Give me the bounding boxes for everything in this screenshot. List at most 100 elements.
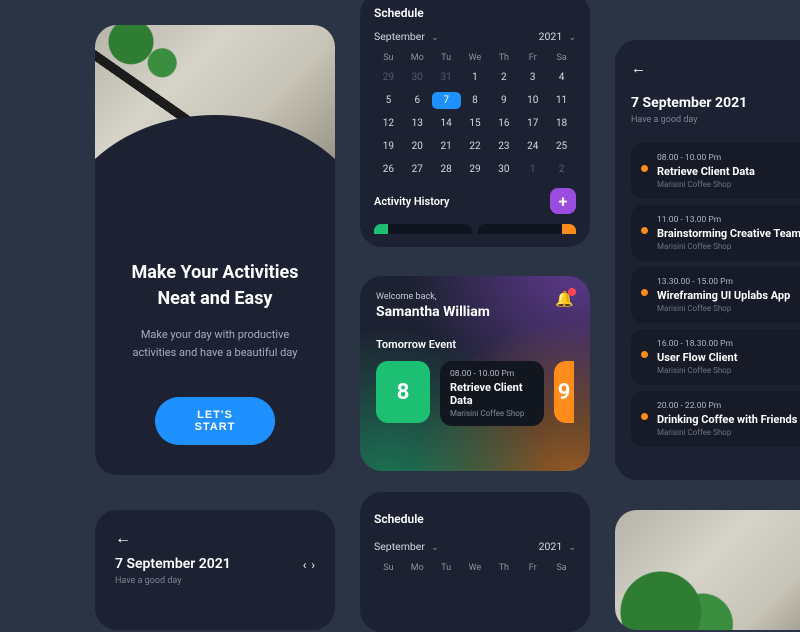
add-activity-button[interactable]: + xyxy=(550,188,576,214)
onboarding-subtitle: Make your day with productive activities… xyxy=(119,326,311,361)
event-item[interactable]: 11.00 - 13.00 Pm Brainstorming Creative T… xyxy=(631,205,800,261)
calendar-day[interactable]: 30 xyxy=(403,69,432,86)
event-location: Marisini Coffee Shop xyxy=(450,409,534,418)
event-item[interactable]: 20.00 - 22.00 PmDrinking Coffee with Fri… xyxy=(631,391,800,447)
event-title: Retrieve Client Data xyxy=(450,381,534,407)
month-picker[interactable]: September ⌄ xyxy=(374,30,439,43)
calendar-dow: Mo xyxy=(403,53,432,63)
calendar-day[interactable]: 20 xyxy=(403,138,432,155)
tomorrow-event-label: Tomorrow Event xyxy=(376,338,574,351)
calendar-day[interactable]: 16 xyxy=(489,115,518,132)
lets-start-button[interactable]: LET'S START xyxy=(155,397,275,445)
event-date-cube[interactable]: 8 xyxy=(376,361,430,423)
calendar-day[interactable]: 21 xyxy=(432,138,461,155)
calendar-day[interactable]: 29 xyxy=(461,161,490,178)
calendar-day[interactable]: 2 xyxy=(547,161,576,178)
hero-image-peek xyxy=(615,510,800,630)
next-day-icon[interactable]: › xyxy=(311,558,315,572)
calendar-day[interactable]: 8 xyxy=(461,92,490,109)
calendar-day[interactable]: 2 xyxy=(489,69,518,86)
calendar-dow: We xyxy=(461,53,490,63)
calendar-day[interactable]: 5 xyxy=(374,92,403,109)
calendar-day[interactable]: 15 xyxy=(461,115,490,132)
calendar-day[interactable]: 6 xyxy=(403,92,432,109)
schedule-title: Schedule xyxy=(374,6,576,20)
date-subtitle: Have a good day xyxy=(115,576,315,586)
year-picker[interactable]: 2021 ⌄ xyxy=(539,30,576,43)
event-time: 11.00 - 13.00 Pm xyxy=(657,215,800,225)
activity-history-label: Activity History xyxy=(374,195,450,208)
calendar-day[interactable]: 4 xyxy=(547,69,576,86)
year-picker[interactable]: 2021 ⌄ xyxy=(539,540,576,553)
calendar-day[interactable]: 1 xyxy=(461,69,490,86)
notification-badge xyxy=(568,288,576,296)
schedule-card: Schedule September ⌄ 2021 ⌄ SuMoTuWeThFr… xyxy=(360,0,590,247)
day-detail-card: ← 7 September 2021 Have a good day 08.00… xyxy=(615,40,800,480)
calendar-day[interactable]: 31 xyxy=(432,69,461,86)
event-time: 16.00 - 18.30.00 Pm xyxy=(657,339,800,349)
event-title: Retrieve Client Data xyxy=(657,165,800,178)
event-item[interactable]: 16.00 - 18.30.00 Pm User Flow Client Maris… xyxy=(631,329,800,385)
calendar-day[interactable]: 10 xyxy=(518,92,547,109)
calendar-day[interactable]: 27 xyxy=(403,161,432,178)
home-card: Welcome back, Samantha William 🔔 Tomorro… xyxy=(360,276,590,471)
event-item[interactable]: 08.00 - 10.00 PmRetrieve Client DataMari… xyxy=(631,143,800,199)
event-time: 08.00 - 10.00 Pm xyxy=(657,153,800,163)
event-title: Brainstorming Creative Team xyxy=(657,227,800,240)
calendar-day[interactable]: 24 xyxy=(518,138,547,155)
calendar-day[interactable]: 7 xyxy=(432,92,461,109)
chevron-down-icon: ⌄ xyxy=(566,543,576,553)
event-item[interactable]: 13.30.00 - 15.00 PmWireframing UI Uplabs… xyxy=(631,267,800,323)
calendar-day[interactable]: 22 xyxy=(461,138,490,155)
event-location: Marisini Coffee Shop xyxy=(657,366,800,375)
calendar-grid: SuMoTuWeThFrSa29303112345678910111213141… xyxy=(374,53,576,178)
calendar-dow: Mo xyxy=(403,563,432,573)
event-list: 08.00 - 10.00 Pm Retrieve Client Data Mari… xyxy=(631,143,800,447)
calendar-day[interactable]: 3 xyxy=(518,69,547,86)
calendar-dow: Tu xyxy=(432,563,461,573)
event-title: User Flow Client xyxy=(657,351,800,364)
event-date-cube-next[interactable]: 9 xyxy=(554,361,574,423)
day-detail-stub: ← 7 September 2021 Have a good day ‹ › xyxy=(95,510,335,630)
calendar-day[interactable]: 14 xyxy=(432,115,461,132)
calendar-day[interactable]: 1 xyxy=(518,161,547,178)
month-picker[interactable]: September ⌄ xyxy=(374,540,439,553)
calendar-day[interactable]: 29 xyxy=(374,69,403,86)
event-location: Marisini Coffee Shop xyxy=(657,242,800,251)
notification-bell-icon[interactable]: 🔔 xyxy=(555,290,574,308)
event-card[interactable]: 08.00 - 10.00 Pm Retrieve Client Data Ma… xyxy=(440,361,544,426)
schedule-card-peek: Schedule September ⌄ 2021 ⌄ SuMoTuWeThFr… xyxy=(360,492,590,632)
calendar-day[interactable]: 30 xyxy=(489,161,518,178)
calendar-day[interactable]: 18 xyxy=(547,115,576,132)
calendar-day[interactable]: 23 xyxy=(489,138,518,155)
prev-day-icon[interactable]: ‹ xyxy=(303,558,307,572)
chevron-down-icon: ⌄ xyxy=(429,33,439,43)
calendar-dow: Su xyxy=(374,563,403,573)
event-title: Wireframing UI Uplabs App xyxy=(657,289,800,302)
calendar-dow: Th xyxy=(489,53,518,63)
calendar-dow: Th xyxy=(489,563,518,573)
calendar-day[interactable]: 9 xyxy=(489,92,518,109)
date-heading: 7 September 2021 xyxy=(631,95,800,111)
calendar-day[interactable]: 28 xyxy=(432,161,461,178)
calendar-dow: We xyxy=(461,563,490,573)
calendar-day[interactable]: 11 xyxy=(547,92,576,109)
event-title: Drinking Coffee with Friends xyxy=(657,413,800,426)
calendar-dow-row: SuMoTuWeThFrSa xyxy=(374,563,576,573)
onboarding-card: Make Your Activities Neat and Easy Make … xyxy=(95,25,335,475)
calendar-dow: Tu xyxy=(432,53,461,63)
hero-image xyxy=(95,25,335,235)
calendar-day[interactable]: 17 xyxy=(518,115,547,132)
calendar-day[interactable]: 19 xyxy=(374,138,403,155)
user-name: Samantha William xyxy=(376,304,574,320)
back-arrow-icon[interactable]: ← xyxy=(631,59,646,77)
day-nav: ‹ › xyxy=(301,558,315,572)
calendar-dow: Fr xyxy=(518,563,547,573)
schedule-title: Schedule xyxy=(374,512,576,526)
calendar-day[interactable]: 13 xyxy=(403,115,432,132)
calendar-day[interactable]: 26 xyxy=(374,161,403,178)
back-arrow-icon[interactable]: ← xyxy=(115,528,131,548)
chevron-down-icon: ⌄ xyxy=(566,33,576,43)
calendar-day[interactable]: 12 xyxy=(374,115,403,132)
calendar-day[interactable]: 25 xyxy=(547,138,576,155)
